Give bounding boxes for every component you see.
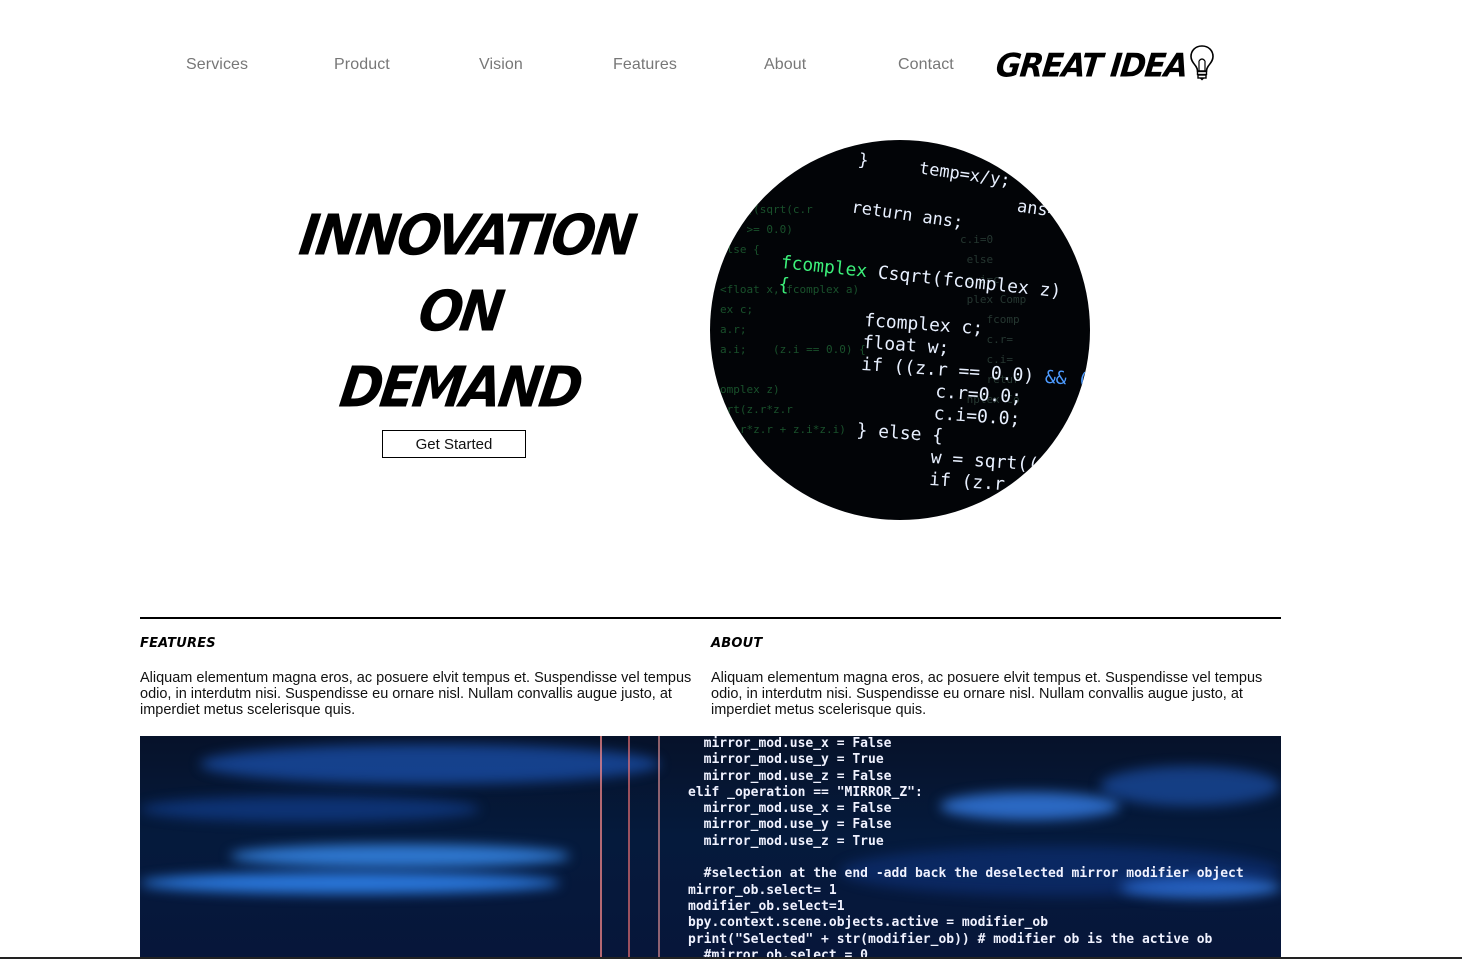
nav-link-product[interactable]: Product [334,56,390,74]
section-divider [140,617,1281,619]
features-text: Aliquam elementum magna eros, ac posuere… [140,670,692,718]
hero-title-line-1: INNOVATION [295,203,638,269]
bokeh-light [230,844,570,868]
light-streak [628,736,630,959]
bokeh-light [140,872,560,894]
hero-code-bg: qsrt((sqrt(c.r z.r >= 0.0) else { <float… [720,203,866,436]
code-banner-image: mirror_mod.use_x = False mirror_mod.use_… [140,736,1281,959]
nav-link-contact[interactable]: Contact [898,56,954,74]
nav-link-services[interactable]: Services [186,56,248,74]
get-started-button[interactable]: Get Started [382,430,526,458]
nav-link-vision[interactable]: Vision [479,56,523,74]
hero-code-body: fcomplex c; float w; if ((z.r == 0.0) &&… [855,310,1090,502]
bokeh-light [200,744,660,784]
bokeh-light [140,796,480,822]
nav-link-about[interactable]: About [764,56,806,74]
about-text: Aliquam elementum magna eros, ac posuere… [711,670,1263,718]
light-streak [600,736,602,959]
logo-text: GREAT IDEA [994,47,1189,85]
hero-title: INNOVATION ON DEMAND [295,198,637,426]
features-title: FEATURES [140,636,216,651]
nav-link-features[interactable]: Features [613,56,677,74]
hero-title-line-2: ON [414,279,506,345]
lightbulb-icon [1190,45,1214,81]
hero-title-line-3: DEMAND [335,355,585,421]
logo[interactable]: GREAT IDEA [994,44,1215,88]
banner-code-text: mirror_mod.use_x = False mirror_mod.use_… [688,736,1244,959]
light-streak [658,736,660,959]
hero-code-image: qsrt((sqrt(c.r z.r >= 0.0) else { <float… [710,140,1090,520]
about-title: ABOUT [711,636,763,651]
